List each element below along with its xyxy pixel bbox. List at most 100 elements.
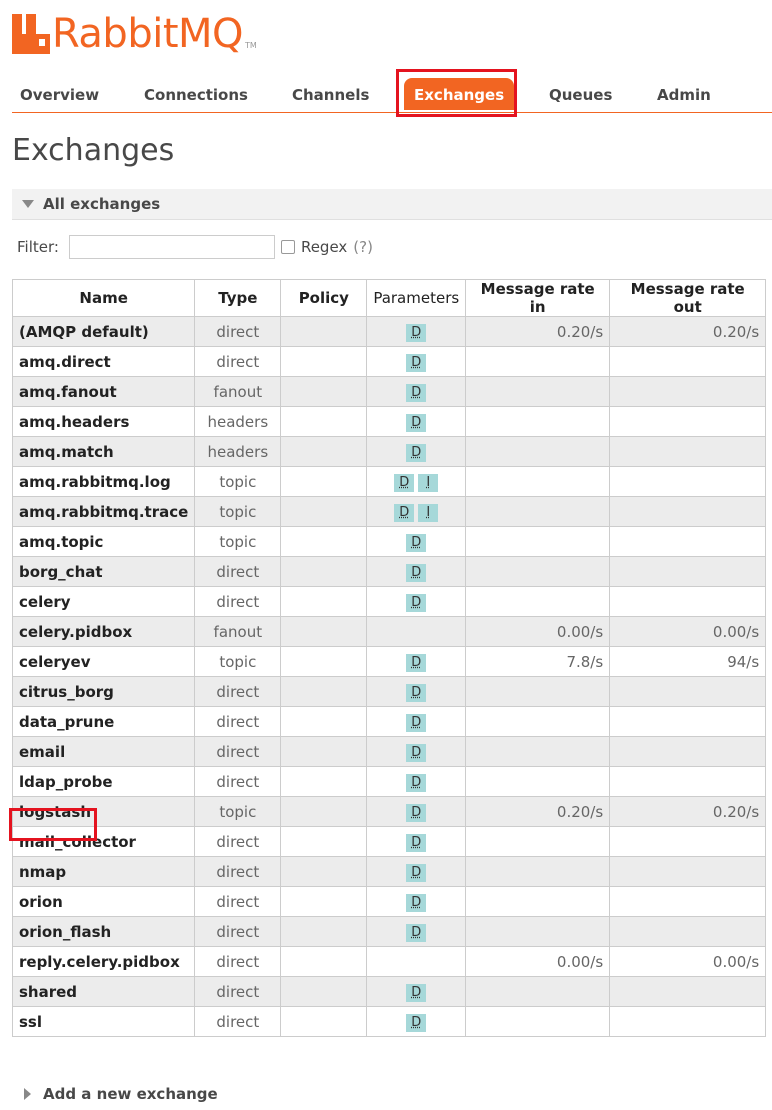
durable-badge: D: [406, 983, 427, 1002]
exchange-name-link[interactable]: ssl: [11, 1006, 196, 1037]
column-header-policy[interactable]: Policy: [280, 279, 368, 317]
durable-badge: D: [394, 473, 415, 492]
exchange-name-link[interactable]: celery: [11, 586, 196, 617]
exchange-type: direct: [194, 586, 282, 617]
durable-badge: D: [406, 563, 427, 582]
message-rate-in: [465, 856, 611, 887]
table-row[interactable]: amq.fanout fanout D: [11, 376, 767, 407]
table-row[interactable]: data_prune direct D: [11, 706, 767, 737]
regex-checkbox[interactable]: [280, 240, 295, 254]
column-header-type[interactable]: Type: [194, 279, 282, 317]
message-rate-in: 0.20/s: [465, 796, 611, 827]
exchange-name-link[interactable]: amq.headers: [11, 406, 196, 437]
tab-exchanges[interactable]: Exchanges: [404, 78, 515, 110]
table-row[interactable]: borg_chat direct D: [11, 556, 767, 587]
exchange-type: topic: [194, 796, 282, 827]
exchange-name-link[interactable]: amq.rabbitmq.trace: [11, 496, 196, 527]
add-exchange-section-toggle[interactable]: Add a new exchange: [24, 1085, 218, 1103]
exchange-name-link[interactable]: amq.direct: [11, 346, 196, 377]
message-rate-in: [465, 376, 611, 407]
regex-help-link[interactable]: (?): [353, 238, 373, 256]
table-row[interactable]: (AMQP default) direct D 0.20/s 0.20/s: [11, 316, 767, 347]
exchanges-table: Name Type Policy Parameters Message rate…: [11, 279, 767, 1037]
message-rate-out: [609, 916, 767, 947]
message-rate-out: [609, 976, 767, 1007]
table-row[interactable]: ssl direct D: [11, 1006, 767, 1037]
exchange-parameters: D: [366, 556, 467, 587]
message-rate-in: 0.20/s: [465, 316, 611, 347]
exchange-name-link[interactable]: borg_chat: [11, 556, 196, 587]
exchange-name-link[interactable]: celeryev: [11, 646, 196, 677]
exchange-name-link[interactable]: email: [11, 736, 196, 767]
exchange-name-link[interactable]: nmap: [11, 856, 196, 887]
table-row[interactable]: amq.match headers D: [11, 436, 767, 467]
exchange-policy: [280, 856, 368, 887]
durable-badge: D: [406, 863, 427, 882]
table-row[interactable]: amq.topic topic D: [11, 526, 767, 557]
exchange-type: direct: [194, 886, 282, 917]
all-exchanges-section-toggle[interactable]: All exchanges: [12, 189, 772, 220]
exchange-name-link[interactable]: ldap_probe: [11, 766, 196, 797]
table-row[interactable]: amq.headers headers D: [11, 406, 767, 437]
exchange-name-link[interactable]: celery.pidbox: [11, 616, 196, 647]
exchange-name-link[interactable]: data_prune: [11, 706, 196, 737]
exchange-type: direct: [194, 916, 282, 947]
exchange-name-link[interactable]: mail_collector: [11, 826, 196, 857]
exchange-policy: [280, 496, 368, 527]
tab-connections[interactable]: Connections: [144, 86, 248, 104]
exchange-name-link[interactable]: amq.topic: [11, 526, 196, 557]
tab-queues[interactable]: Queues: [549, 86, 612, 104]
exchange-name-link[interactable]: amq.fanout: [11, 376, 196, 407]
table-row[interactable]: reply.celery.pidbox direct 0.00/s 0.00/s: [11, 946, 767, 977]
table-row[interactable]: orion direct D: [11, 886, 767, 917]
table-row[interactable]: celery.pidbox fanout 0.00/s 0.00/s: [11, 616, 767, 647]
tab-admin[interactable]: Admin: [657, 86, 711, 104]
exchange-parameters: D: [366, 856, 467, 887]
message-rate-out: 0.00/s: [609, 616, 767, 647]
table-row[interactable]: celeryev topic D 7.8/s 94/s: [11, 646, 767, 677]
exchange-name-link[interactable]: citrus_borg: [11, 676, 196, 707]
internal-badge: I: [418, 503, 439, 522]
column-header-name[interactable]: Name: [11, 279, 196, 317]
exchange-name-link[interactable]: orion_flash: [11, 916, 196, 947]
rabbitmq-logo[interactable]: RabbitMQ TM: [12, 8, 257, 54]
durable-badge: D: [406, 323, 427, 342]
tab-channels[interactable]: Channels: [292, 86, 369, 104]
exchange-type: direct: [194, 1006, 282, 1037]
table-row[interactable]: shared direct D: [11, 976, 767, 1007]
table-row[interactable]: amq.direct direct D: [11, 346, 767, 377]
exchange-policy: [280, 826, 368, 857]
message-rate-out: [609, 766, 767, 797]
table-row[interactable]: ldap_probe direct D: [11, 766, 767, 797]
exchange-parameters: D: [366, 916, 467, 947]
column-header-message-rate-out[interactable]: Message rate out: [609, 279, 767, 317]
tab-overview[interactable]: Overview: [20, 86, 99, 104]
exchange-name-link[interactable]: orion: [11, 886, 196, 917]
table-row[interactable]: orion_flash direct D: [11, 916, 767, 947]
exchange-policy: [280, 526, 368, 557]
exchange-parameters: D: [366, 586, 467, 617]
exchange-name-link[interactable]: amq.rabbitmq.log: [11, 466, 196, 497]
exchange-name-link[interactable]: logstash: [11, 796, 196, 827]
exchange-parameters: D: [366, 1006, 467, 1037]
table-row[interactable]: logstash topic D 0.20/s 0.20/s: [11, 796, 767, 827]
exchange-name-link[interactable]: amq.match: [11, 436, 196, 467]
exchange-name-link[interactable]: shared: [11, 976, 196, 1007]
table-row[interactable]: email direct D: [11, 736, 767, 767]
table-row[interactable]: celery direct D: [11, 586, 767, 617]
filter-input[interactable]: [68, 235, 275, 259]
table-row[interactable]: mail_collector direct D: [11, 826, 767, 857]
table-row[interactable]: amq.rabbitmq.log topic D I: [11, 466, 767, 497]
exchange-type: headers: [194, 436, 282, 467]
exchange-name-link[interactable]: reply.celery.pidbox: [11, 946, 196, 977]
exchange-type: topic: [194, 496, 282, 527]
message-rate-out: [609, 706, 767, 737]
message-rate-out: [609, 826, 767, 857]
exchange-name-link[interactable]: (AMQP default): [11, 316, 196, 347]
table-row[interactable]: amq.rabbitmq.trace topic D I: [11, 496, 767, 527]
regex-label: Regex: [300, 238, 348, 256]
table-row[interactable]: citrus_borg direct D: [11, 676, 767, 707]
table-row[interactable]: nmap direct D: [11, 856, 767, 887]
column-header-message-rate-in[interactable]: Message rate in: [465, 279, 611, 317]
durable-badge: D: [406, 383, 427, 402]
